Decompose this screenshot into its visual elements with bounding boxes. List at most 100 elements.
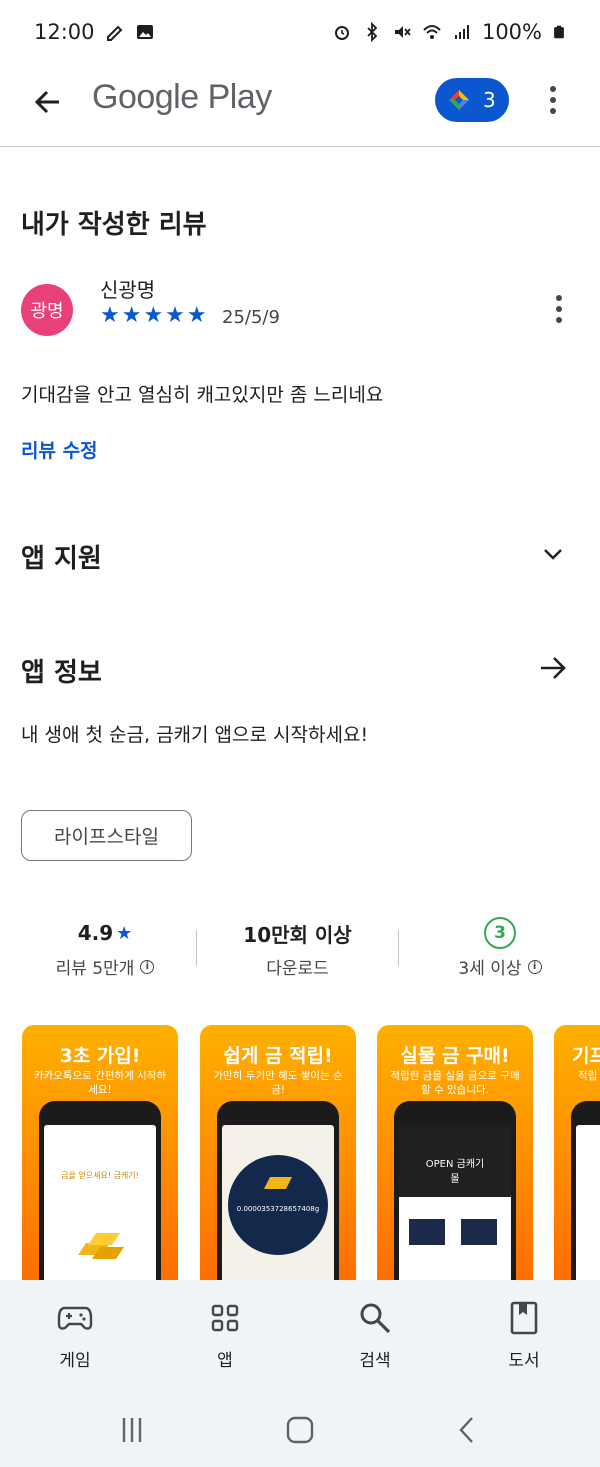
more-vert-icon bbox=[556, 295, 562, 301]
alarm-icon bbox=[334, 26, 349, 40]
chevron-down-icon bbox=[544, 549, 562, 560]
rating-value: 4.9 bbox=[77, 921, 114, 945]
app-support-title[interactable]: 앱 지원 bbox=[21, 538, 102, 575]
review-stars-text: ★★★★★ bbox=[100, 303, 209, 328]
apps-grid-icon bbox=[211, 1304, 239, 1332]
book-icon bbox=[510, 1301, 538, 1335]
battery-icon bbox=[554, 25, 564, 39]
app-info-arrow-button[interactable] bbox=[537, 652, 569, 684]
phone-mockup: 0.0000353728657408g bbox=[217, 1101, 339, 1280]
home-button[interactable] bbox=[280, 1412, 320, 1448]
status-left: 12:00 bbox=[34, 20, 155, 44]
search-icon bbox=[360, 1303, 391, 1334]
screenshot-subtitle: 적립 기프 bbox=[578, 1070, 600, 1082]
product-thumb bbox=[409, 1219, 445, 1245]
screenshot-subtitle: 가만히 두기만 해도 쌓이는 순금! bbox=[213, 1070, 343, 1096]
nav-books-label: 도서 bbox=[508, 1351, 540, 1371]
nav-books[interactable]: 도서 bbox=[474, 1298, 574, 1371]
phone-screen: 0.0000353728657408g bbox=[222, 1125, 334, 1280]
app-bar-divider bbox=[0, 146, 600, 147]
screenshot-card[interactable]: 3초 가입! 카카오톡으로 간편하게 시작하세요! 금을 얻으세요! 금캐기! bbox=[22, 1025, 178, 1280]
rating-stat[interactable]: 4.9 ★ 리뷰 5만개 i bbox=[20, 918, 190, 979]
age-rating-stat[interactable]: 3 3세 이상 i bbox=[410, 917, 590, 979]
app-bar: Google Play 3 bbox=[0, 64, 600, 144]
bluetooth-icon bbox=[367, 22, 378, 42]
screenshot-title: 실물 금 구매! bbox=[400, 1045, 510, 1067]
reviewer-name: 신광명 bbox=[100, 278, 156, 302]
screenshot-title: 3초 가입! bbox=[59, 1045, 141, 1067]
downloads-stat: 10만회 이상 다운로드 bbox=[205, 918, 390, 980]
downloads-value: 10만회 이상 bbox=[243, 922, 352, 947]
status-right: 100% bbox=[332, 20, 566, 44]
edit-review-link[interactable]: 리뷰 수정 bbox=[21, 436, 98, 463]
screenshot-title: 기프 bbox=[572, 1045, 600, 1067]
play-points-icon bbox=[449, 90, 469, 110]
nav-games[interactable]: 게임 bbox=[25, 1298, 125, 1371]
nav-apps-label: 앱 bbox=[217, 1351, 233, 1371]
more-vert-icon bbox=[550, 86, 556, 92]
back-button[interactable] bbox=[28, 82, 68, 122]
phone-screen: 금을 얻으세요! 금캐기! bbox=[44, 1125, 156, 1280]
status-time: 12:00 bbox=[34, 20, 95, 44]
review-stars: ★★★★★ bbox=[100, 305, 209, 327]
app-title: Google Play bbox=[92, 78, 272, 116]
star-icon: ★ bbox=[116, 922, 133, 944]
review-date: 25/5/9 bbox=[222, 307, 280, 328]
play-points-count: 3 bbox=[483, 88, 496, 112]
age-rating-badge: 3 bbox=[484, 917, 516, 949]
info-icon: i bbox=[140, 959, 155, 974]
nav-search-label: 검색 bbox=[359, 1351, 391, 1371]
nav-apps[interactable]: 앱 bbox=[175, 1298, 275, 1371]
nav-games-label: 게임 bbox=[59, 1351, 91, 1371]
wifi-icon bbox=[423, 25, 441, 39]
info-icon: i bbox=[527, 959, 542, 974]
product-list bbox=[399, 1197, 511, 1280]
gold-bar-icon bbox=[264, 1177, 292, 1189]
downloads-label: 다운로드 bbox=[266, 959, 329, 979]
review-text: 기대감을 안고 열심히 캐고있지만 좀 느리네요 bbox=[21, 384, 384, 406]
gold-bars-icon bbox=[78, 1233, 124, 1259]
nav-search[interactable]: 검색 bbox=[325, 1298, 425, 1371]
screen-text: 금을 얻으세요! 금캐기! bbox=[61, 1171, 139, 1180]
stat-separator bbox=[398, 930, 399, 966]
expand-app-support-button[interactable] bbox=[537, 538, 569, 570]
age-rating-label: 3세 이상 bbox=[458, 959, 522, 979]
my-review-title: 내가 작성한 리뷰 bbox=[21, 210, 207, 240]
system-navigation bbox=[0, 1392, 600, 1467]
screenshot-subtitle: 카카오톡으로 간편하게 시작하세요! bbox=[33, 1070, 167, 1096]
status-bar: 12:00 100% bbox=[0, 0, 600, 64]
phone-screen bbox=[576, 1125, 600, 1280]
screenshot-card[interactable]: 기프 적립 기프 bbox=[554, 1025, 600, 1280]
phone-mockup: OPEN 금캐기 몰 bbox=[394, 1101, 516, 1280]
recents-icon bbox=[122, 1418, 142, 1442]
screenshot-card[interactable]: 실물 금 구매! 적립한 금을 실물 금으로 구매 할 수 있습니다. OPEN… bbox=[377, 1025, 533, 1280]
recent-apps-button[interactable] bbox=[112, 1412, 152, 1448]
stat-separator bbox=[196, 930, 197, 966]
phone-mockup: 금을 얻으세요! 금캐기! bbox=[39, 1101, 161, 1280]
screenshot-card[interactable]: 쉽게 금 적립! 가만히 두기만 해도 쌓이는 순금! 0.0000353728… bbox=[200, 1025, 356, 1280]
category-chip[interactable]: 라이프스타일 bbox=[21, 810, 192, 861]
chevron-left-icon bbox=[459, 1417, 473, 1443]
screen-text: 0.0000353728657408g bbox=[236, 1205, 320, 1213]
image-notification-icon bbox=[136, 25, 153, 39]
edit-notification-icon bbox=[106, 25, 122, 41]
screenshot-carousel[interactable]: 3초 가입! 카카오톡으로 간편하게 시작하세요! 금을 얻으세요! 금캐기! … bbox=[0, 1025, 600, 1280]
play-points-button[interactable]: 3 bbox=[435, 78, 509, 122]
phone-screen: OPEN 금캐기 몰 bbox=[399, 1125, 511, 1280]
screenshot-title: 쉽게 금 적립! bbox=[223, 1045, 333, 1067]
mute-icon bbox=[394, 26, 411, 38]
arrow-back-icon bbox=[34, 90, 59, 114]
reviewer-avatar: 광명 bbox=[21, 284, 73, 336]
screenshot-subtitle: 적립한 금을 실물 금으로 구매 할 수 있습니다. bbox=[390, 1070, 520, 1096]
battery-percent: 100% bbox=[481, 20, 542, 44]
arrow-forward-icon bbox=[541, 657, 566, 679]
more-options-button[interactable] bbox=[540, 78, 566, 122]
app-info-title[interactable]: 앱 정보 bbox=[21, 652, 102, 689]
phone-mockup bbox=[571, 1101, 600, 1280]
home-icon bbox=[286, 1416, 314, 1444]
review-more-button[interactable] bbox=[546, 292, 572, 326]
rating-label: 리뷰 5만개 bbox=[55, 959, 135, 979]
app-description: 내 생애 첫 순금, 금캐기 앱으로 시작하세요! bbox=[21, 724, 369, 746]
system-back-button[interactable] bbox=[448, 1412, 488, 1448]
gamepad-icon bbox=[57, 1306, 93, 1330]
